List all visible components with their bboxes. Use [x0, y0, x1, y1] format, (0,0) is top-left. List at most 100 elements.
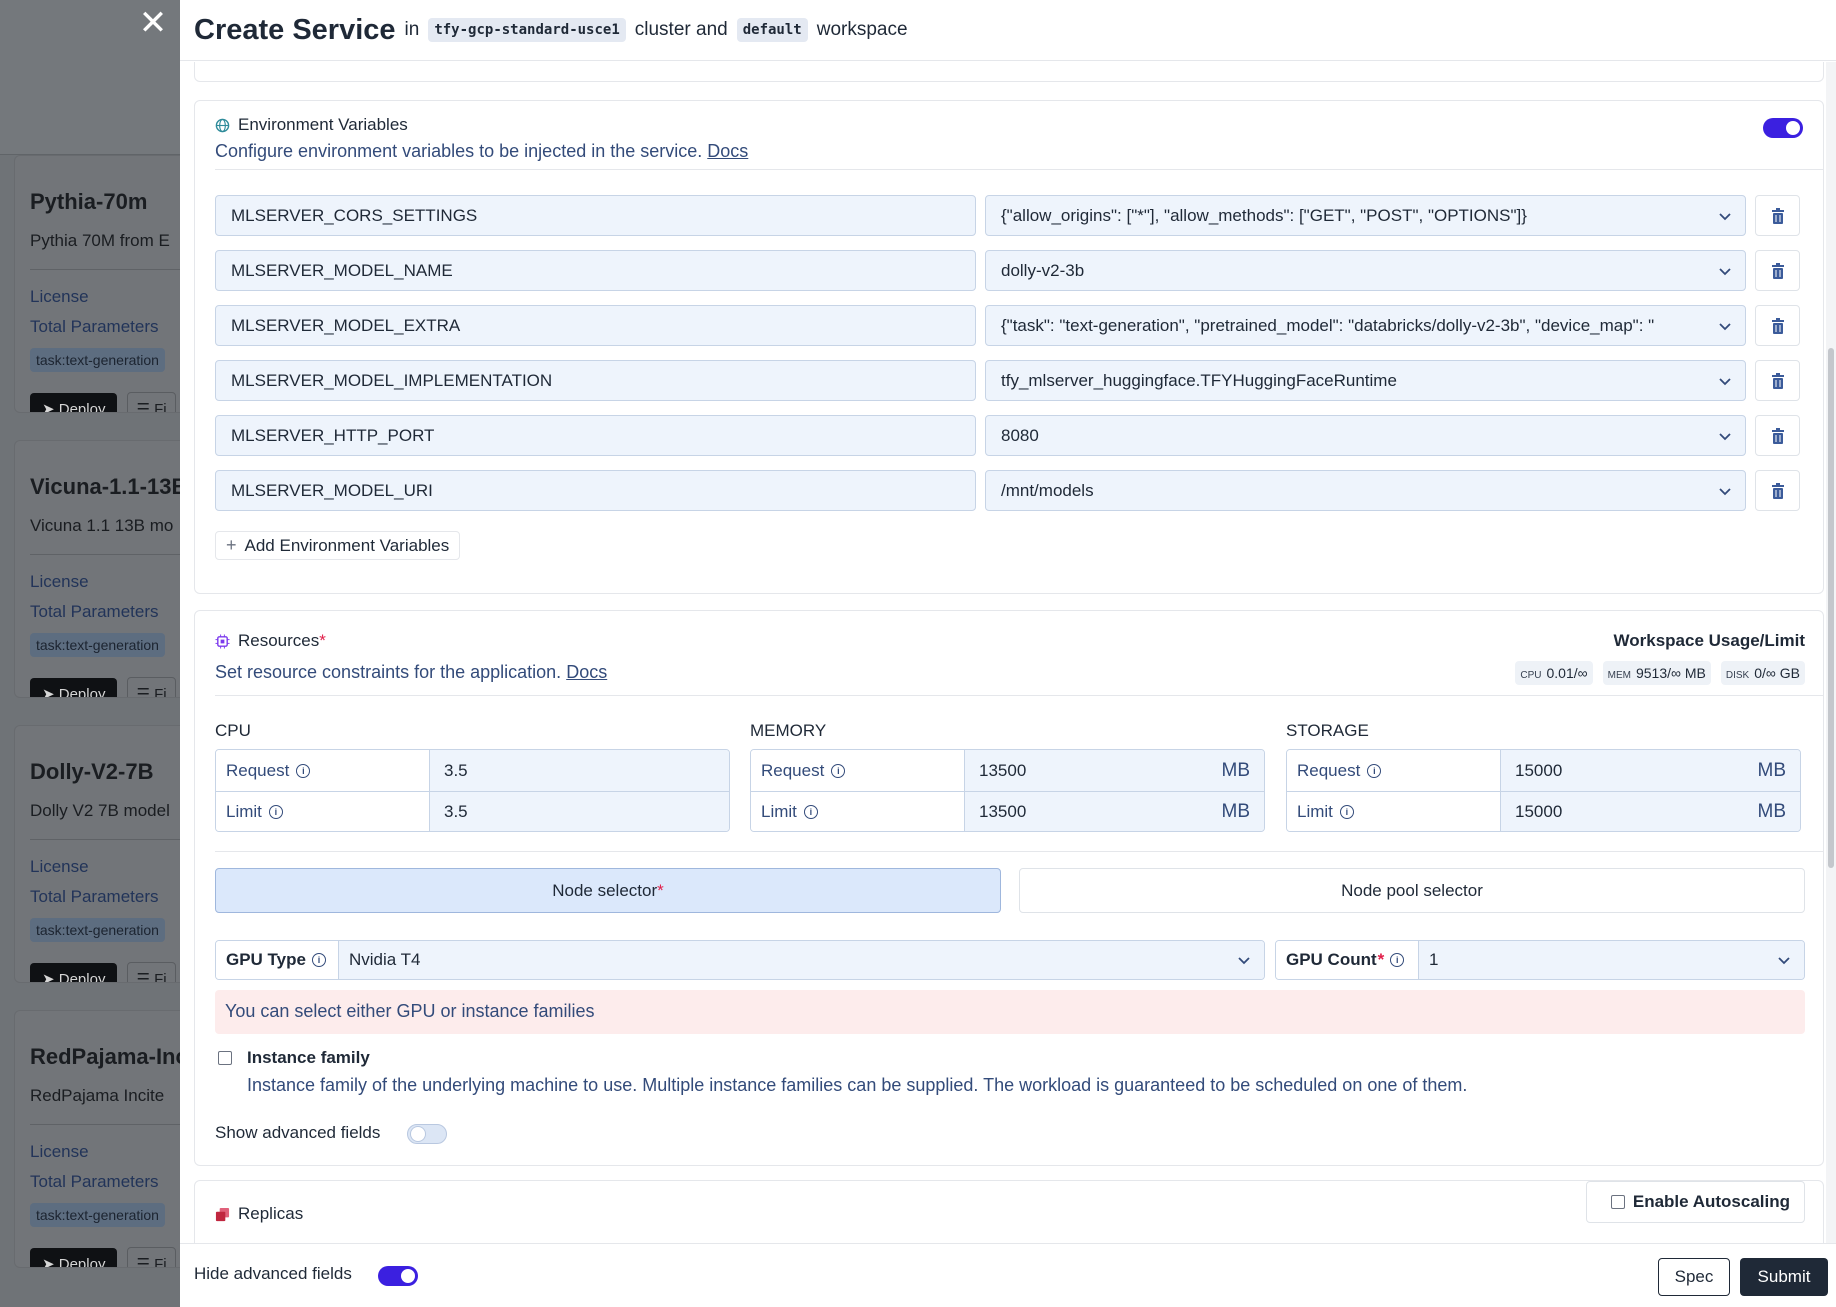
- show-advanced-label: Show advanced fields: [215, 1123, 381, 1142]
- info-icon: i: [1390, 953, 1405, 967]
- env-vars-desc: Configure environment variables to be in…: [215, 141, 703, 161]
- storage-label: STORAGE: [1286, 721, 1369, 740]
- env-value-input[interactable]: tfy_mlserver_huggingface.TFYHuggingFaceR…: [985, 360, 1746, 401]
- deploy-button[interactable]: ➤ Deploy: [30, 1248, 118, 1267]
- finetune-button[interactable]: ☰ Fi: [127, 392, 176, 412]
- usage-chip-cpu: CPU 0.01/∞: [1515, 661, 1593, 685]
- info-icon: i: [296, 763, 311, 778]
- close-icon[interactable]: ✕: [136, 6, 170, 40]
- finetune-button[interactable]: ☰ Fi: [127, 1247, 176, 1267]
- resources-desc: Set resource constraints for the applica…: [215, 662, 562, 682]
- model-card-license: License: [30, 572, 89, 591]
- env-key-input[interactable]: MLSERVER_MODEL_URI: [215, 470, 976, 511]
- env-key-input[interactable]: MLSERVER_CORS_SETTINGS: [215, 195, 976, 236]
- model-card-desc: Dolly V2 7B model: [30, 801, 170, 820]
- model-card-title: Pythia-70m: [30, 189, 148, 214]
- env-key-input[interactable]: MLSERVER_MODEL_NAME: [215, 250, 976, 291]
- delete-env-button[interactable]: [1755, 195, 1800, 236]
- model-card-params: Total Parameters: [30, 1172, 159, 1191]
- add-env-var-button[interactable]: + Add Environment Variables: [215, 531, 461, 560]
- plus-icon: +: [226, 535, 237, 555]
- model-card-desc: RedPajama Incite: [30, 1086, 165, 1105]
- instance-family-desc: Instance family of the underlying machin…: [247, 1075, 1468, 1095]
- env-value-input[interactable]: 8080: [985, 415, 1746, 456]
- model-card: Dolly-V2-7B Dolly V2 7B model License To…: [14, 725, 194, 983]
- model-card-tag: task:text-generation: [30, 1203, 165, 1227]
- info-icon: i: [803, 805, 818, 819]
- model-card: Vicuna-1.1-13B Vicuna 1.1 13B mo License…: [14, 440, 194, 698]
- replicas-section: Replicas Enable Autoscaling: [194, 1180, 1824, 1243]
- deploy-button[interactable]: ➤ Deploy: [30, 963, 118, 982]
- finetune-button[interactable]: ☰ Fi: [127, 962, 176, 982]
- resources-title: Resources: [238, 631, 320, 650]
- workspace-chip: default: [736, 18, 808, 42]
- form-scroll-area[interactable]: Environment Variables Configure environm…: [180, 62, 1836, 1243]
- storage-request-input[interactable]: 15000 MB: [1501, 750, 1800, 791]
- model-card: Pythia-70m Pythia 70M from E License Tot…: [14, 155, 194, 413]
- env-vars-docs-link[interactable]: Docs: [707, 141, 748, 161]
- env-key-input[interactable]: MLSERVER_MODEL_IMPLEMENTATION: [215, 360, 976, 401]
- replicas-icon: [215, 1207, 230, 1221]
- info-icon: i: [311, 953, 326, 967]
- background-model-list: ✕ Pythia-70m Pythia 70M from E License T…: [0, 0, 194, 1307]
- model-card-license: License: [30, 857, 89, 876]
- env-value-input[interactable]: /mnt/models: [985, 470, 1746, 511]
- previous-section: [194, 62, 1824, 82]
- delete-env-button[interactable]: [1755, 305, 1800, 346]
- trash-icon: [1771, 427, 1784, 444]
- model-card-title: Vicuna-1.1-13B: [30, 474, 188, 499]
- gpu-warning-banner: You can select either GPU or instance fa…: [215, 990, 1805, 1034]
- info-icon: i: [1339, 805, 1354, 819]
- storage-limit-input[interactable]: 15000 MB: [1501, 792, 1800, 831]
- info-icon: i: [1367, 763, 1382, 778]
- scrollbar[interactable]: [1826, 62, 1836, 1243]
- submit-button[interactable]: Submit: [1740, 1258, 1828, 1296]
- env-key-input[interactable]: MLSERVER_MODEL_EXTRA: [215, 305, 976, 346]
- model-card-desc: Vicuna 1.1 13B mo: [30, 516, 174, 535]
- memory-label: MEMORY: [750, 721, 827, 740]
- spec-button[interactable]: Spec: [1658, 1258, 1730, 1296]
- resources-docs-link[interactable]: Docs: [566, 662, 607, 682]
- gpu-count-select[interactable]: GPU Count * i 1: [1275, 940, 1805, 980]
- info-icon: i: [268, 805, 283, 819]
- chevron-down-icon: [1719, 433, 1731, 441]
- cpu-limit-input[interactable]: 3.5: [430, 792, 729, 831]
- memory-request-input[interactable]: 13500 MB: [965, 750, 1264, 791]
- memory-limit-input[interactable]: 13500 MB: [965, 792, 1264, 831]
- model-card-title: RedPajama-Inc: [30, 1044, 188, 1069]
- env-value-input[interactable]: {"task": "text-generation", "pretrained_…: [985, 305, 1746, 346]
- model-card-params: Total Parameters: [30, 602, 159, 621]
- show-advanced-toggle[interactable]: [407, 1124, 447, 1144]
- gpu-type-select[interactable]: GPU Type i Nvidia T4: [215, 940, 1265, 980]
- delete-env-button[interactable]: [1755, 360, 1800, 401]
- delete-env-button[interactable]: [1755, 470, 1800, 511]
- env-value-input[interactable]: {"allow_origins": ["*"], "allow_methods"…: [985, 195, 1746, 236]
- model-card-params: Total Parameters: [30, 317, 159, 336]
- page-title: Create Service: [194, 13, 396, 46]
- env-vars-toggle[interactable]: [1763, 118, 1803, 138]
- info-icon: i: [831, 763, 846, 778]
- deploy-button[interactable]: ➤ Deploy: [30, 678, 118, 697]
- model-card-params: Total Parameters: [30, 887, 159, 906]
- storage-group: STORAGE Request i 15000 MB Limit i 15000 MB: [1286, 721, 1801, 832]
- enable-autoscaling-option[interactable]: Enable Autoscaling: [1585, 1181, 1805, 1223]
- finetune-button[interactable]: ☰ Fi: [127, 677, 176, 697]
- node-pool-selector-tab[interactable]: Node pool selector: [1019, 868, 1805, 913]
- env-value-input[interactable]: dolly-v2-3b: [985, 250, 1746, 291]
- env-key-input[interactable]: MLSERVER_HTTP_PORT: [215, 415, 976, 456]
- delete-env-button[interactable]: [1755, 415, 1800, 456]
- usage-chip-disk: DISK 0/∞ GB: [1720, 661, 1805, 685]
- chevron-down-icon: [1719, 323, 1731, 331]
- deploy-button[interactable]: ➤ Deploy: [30, 393, 118, 412]
- model-card: RedPajama-Inc RedPajama Incite License T…: [14, 1010, 194, 1268]
- globe-icon: [215, 118, 230, 132]
- cluster-chip: tfy-gcp-standard-usce1: [428, 18, 626, 42]
- cpu-request-input[interactable]: 3.5: [430, 750, 729, 791]
- hide-advanced-label: Hide advanced fields: [194, 1264, 352, 1283]
- autoscaling-checkbox[interactable]: [1610, 1195, 1625, 1209]
- chevron-down-icon: [1238, 957, 1250, 965]
- instance-family-checkbox[interactable]: [218, 1051, 232, 1065]
- node-selector-tab[interactable]: Node selector *: [215, 868, 1001, 913]
- delete-env-button[interactable]: [1755, 250, 1800, 291]
- hide-advanced-toggle[interactable]: [378, 1266, 418, 1286]
